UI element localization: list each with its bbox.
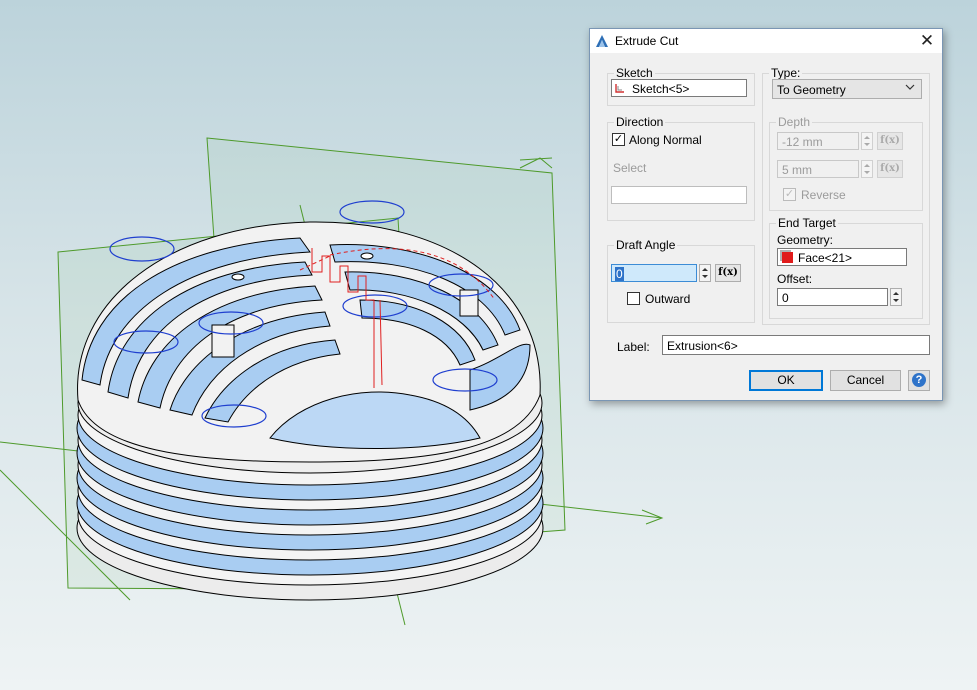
- check-icon: ✓: [784, 188, 795, 200]
- along-normal-label: Along Normal: [629, 133, 702, 147]
- offset-value: 0: [782, 291, 789, 305]
- type-dropdown[interactable]: To Geometry: [772, 79, 922, 99]
- depth-value-2: 5 mm: [782, 163, 812, 177]
- sketch-field[interactable]: Sketch<5>: [611, 79, 747, 97]
- fx-icon: f(x): [718, 267, 738, 278]
- geometry-field[interactable]: Face<21>: [777, 248, 907, 266]
- draft-angle-group-title: Draft Angle: [614, 238, 678, 252]
- type-group-title: Type:: [769, 66, 803, 80]
- label-value: Extrusion<6>: [667, 339, 738, 353]
- fx-icon: f(x): [880, 163, 900, 174]
- sketch-value: Sketch<5>: [632, 82, 690, 96]
- depth-group-title: Depth: [776, 115, 813, 129]
- extrude-app-icon: [596, 35, 608, 47]
- depth-group: Depth -12 mm f(x) 5 mm f(x) ✓ Reverse: [769, 115, 923, 211]
- fx-icon: f(x): [880, 135, 900, 146]
- outward-label: Outward: [645, 292, 691, 306]
- reverse-label: Reverse: [801, 188, 846, 202]
- end-target-group-title: End Target: [776, 216, 838, 230]
- geometry-label: Geometry:: [777, 233, 834, 247]
- depth-input-1[interactable]: -12 mm: [777, 132, 859, 150]
- type-selected-value: To Geometry: [777, 83, 846, 97]
- draft-angle-fx-button[interactable]: f(x): [715, 264, 741, 282]
- close-icon: ✕: [919, 31, 935, 50]
- ok-button[interactable]: OK: [749, 370, 823, 391]
- outward-checkbox[interactable]: [627, 292, 640, 305]
- offset-label: Offset:: [777, 272, 813, 286]
- direction-select-field[interactable]: [611, 186, 747, 204]
- depth-value-1: -12 mm: [782, 135, 823, 149]
- draft-angle-value: 0: [615, 267, 624, 281]
- offset-input[interactable]: 0: [777, 288, 888, 306]
- reverse-checkbox[interactable]: ✓: [783, 188, 796, 201]
- face-icon: [782, 252, 793, 263]
- depth-fx-button-2[interactable]: f(x): [877, 160, 903, 178]
- depth-spinner-1[interactable]: [861, 132, 873, 150]
- sketch-group-title: Sketch: [614, 66, 655, 80]
- direction-group: Direction ✓ Along Normal Select: [607, 115, 755, 221]
- select-label: Select: [613, 161, 647, 175]
- sketch-icon: [615, 84, 624, 93]
- depth-spinner-2[interactable]: [861, 160, 873, 178]
- label-input[interactable]: Extrusion<6>: [662, 335, 930, 355]
- along-normal-checkbox[interactable]: ✓: [612, 133, 625, 146]
- label-label: Label:: [617, 340, 650, 354]
- offset-spinner[interactable]: [890, 288, 902, 306]
- chevron-down-icon: [905, 84, 915, 90]
- direction-group-title: Direction: [614, 115, 666, 129]
- dialog-titlebar[interactable]: Extrude Cut ✕: [590, 29, 942, 53]
- extrude-cut-dialog: Extrude Cut ✕ Sketch Sketch<5> Direction…: [589, 28, 943, 401]
- cancel-button[interactable]: Cancel: [830, 370, 901, 391]
- depth-input-2[interactable]: 5 mm: [777, 160, 859, 178]
- geometry-value: Face<21>: [798, 251, 853, 265]
- help-icon: ?: [912, 373, 926, 387]
- draft-angle-group: Draft Angle 0 f(x) Outward: [607, 238, 755, 323]
- depth-fx-button-1[interactable]: f(x): [877, 132, 903, 150]
- draft-angle-input[interactable]: 0: [611, 264, 697, 282]
- check-icon: ✓: [613, 133, 624, 145]
- help-button[interactable]: ?: [908, 370, 930, 391]
- draft-angle-spinner[interactable]: [699, 264, 711, 282]
- close-button[interactable]: ✕: [912, 29, 942, 53]
- dialog-title: Extrude Cut: [615, 34, 679, 48]
- sketch-group: Sketch Sketch<5>: [607, 66, 755, 106]
- end-target-group: End Target Geometry: Face<21> Offset: 0: [769, 216, 923, 319]
- type-group: Type: To Geometry Depth -12 mm f(x) 5 mm…: [762, 66, 930, 325]
